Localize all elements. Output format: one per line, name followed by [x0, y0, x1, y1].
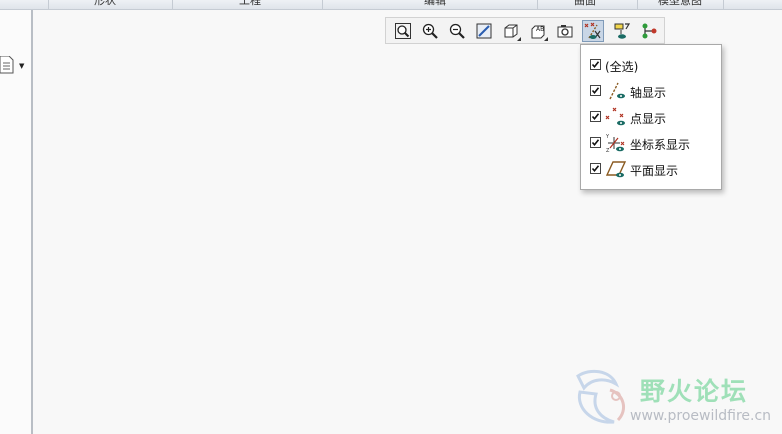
svg-text:Y: Y [605, 134, 610, 140]
checkbox-checked-icon[interactable] [590, 137, 601, 148]
spin-center-button[interactable] [638, 20, 660, 42]
menu-item-label: 轴显示 [630, 86, 667, 100]
ribbon-tab-shape[interactable]: 形状 [60, 0, 150, 9]
datum-display-menu: (全选) 轴显示 点显示 Y Z 坐标系显示 平面显示 [580, 44, 722, 190]
menu-item-axis-display[interactable]: 轴显示 [581, 79, 721, 103]
zoom-in-icon [422, 23, 438, 39]
watermark-url: www.proewildfire.cn [630, 408, 772, 424]
checkbox-checked-icon[interactable] [590, 85, 601, 96]
datum-display-filters-icon [584, 22, 601, 39]
view-manager-icon [557, 25, 573, 38]
ribbon-separator [172, 0, 173, 9]
menu-item-label: 点显示 [630, 112, 667, 126]
ribbon-tab-surfaces[interactable]: 曲面 [545, 0, 625, 9]
ribbon-separator [537, 0, 538, 9]
checkbox-checked-icon[interactable] [590, 59, 601, 70]
point-display-icon [605, 107, 625, 126]
zoom-out-button[interactable] [446, 20, 468, 42]
refit-icon [395, 23, 411, 39]
menu-item-label: 坐标系显示 [630, 138, 691, 152]
ribbon-tab-model-intent[interactable]: 模型意图 [640, 0, 720, 9]
checkbox-checked-icon[interactable] [590, 163, 601, 174]
spin-center-icon [642, 23, 657, 39]
menu-item-select-all[interactable]: (全选) [581, 53, 721, 77]
menu-item-csys-display[interactable]: Y Z 坐标系显示 [581, 131, 721, 155]
saved-views-button[interactable]: AB [527, 20, 549, 42]
ribbon-separator [637, 0, 638, 9]
display-style-button[interactable] [500, 20, 522, 42]
model-tree-panel: ▼ [0, 10, 33, 434]
svg-text:AB: AB [536, 26, 544, 33]
csys-display-icon: Y Z [605, 134, 625, 153]
menu-item-label: (全选) [605, 60, 639, 74]
menu-item-plane-display[interactable]: 平面显示 [581, 157, 721, 181]
zoom-out-icon [449, 23, 465, 39]
watermark-title: 野火论坛 [640, 377, 749, 406]
chevron-down-icon [517, 37, 521, 41]
repaint-icon [476, 23, 492, 39]
zoom-in-button[interactable] [419, 20, 441, 42]
annotation-display-icon [614, 23, 631, 39]
graphics-toolbar: AB [385, 17, 665, 44]
refit-button[interactable] [392, 20, 414, 42]
chevron-down-icon: ▼ [19, 62, 25, 70]
chevron-down-icon [544, 37, 548, 41]
tree-settings-button[interactable]: ▼ [0, 54, 28, 76]
menu-item-point-display[interactable]: 点显示 [581, 105, 721, 129]
ribbon-separator [723, 0, 724, 9]
menu-item-label: 平面显示 [630, 164, 679, 178]
axis-display-icon [609, 82, 625, 100]
checkbox-checked-icon[interactable] [590, 111, 601, 122]
forum-watermark: 野火论坛 www.proewildfire.cn [570, 366, 782, 432]
datum-display-filters-button[interactable] [582, 20, 604, 42]
ribbon-separator [48, 0, 49, 9]
annotation-display-button[interactable] [611, 20, 633, 42]
view-manager-button[interactable] [554, 20, 576, 42]
flame-logo-icon [576, 369, 626, 424]
ribbon-separator [322, 0, 323, 9]
document-icon [0, 56, 14, 74]
repaint-button[interactable] [473, 20, 495, 42]
ribbon-tab-editing[interactable]: 编辑 [370, 0, 500, 9]
svg-text:Z: Z [606, 148, 610, 153]
ribbon-tab-strip: 形状 工程 编辑 曲面 模型意图 [0, 0, 782, 10]
plane-display-icon [605, 161, 627, 178]
ribbon-tab-engineering[interactable]: 工程 [200, 0, 300, 9]
